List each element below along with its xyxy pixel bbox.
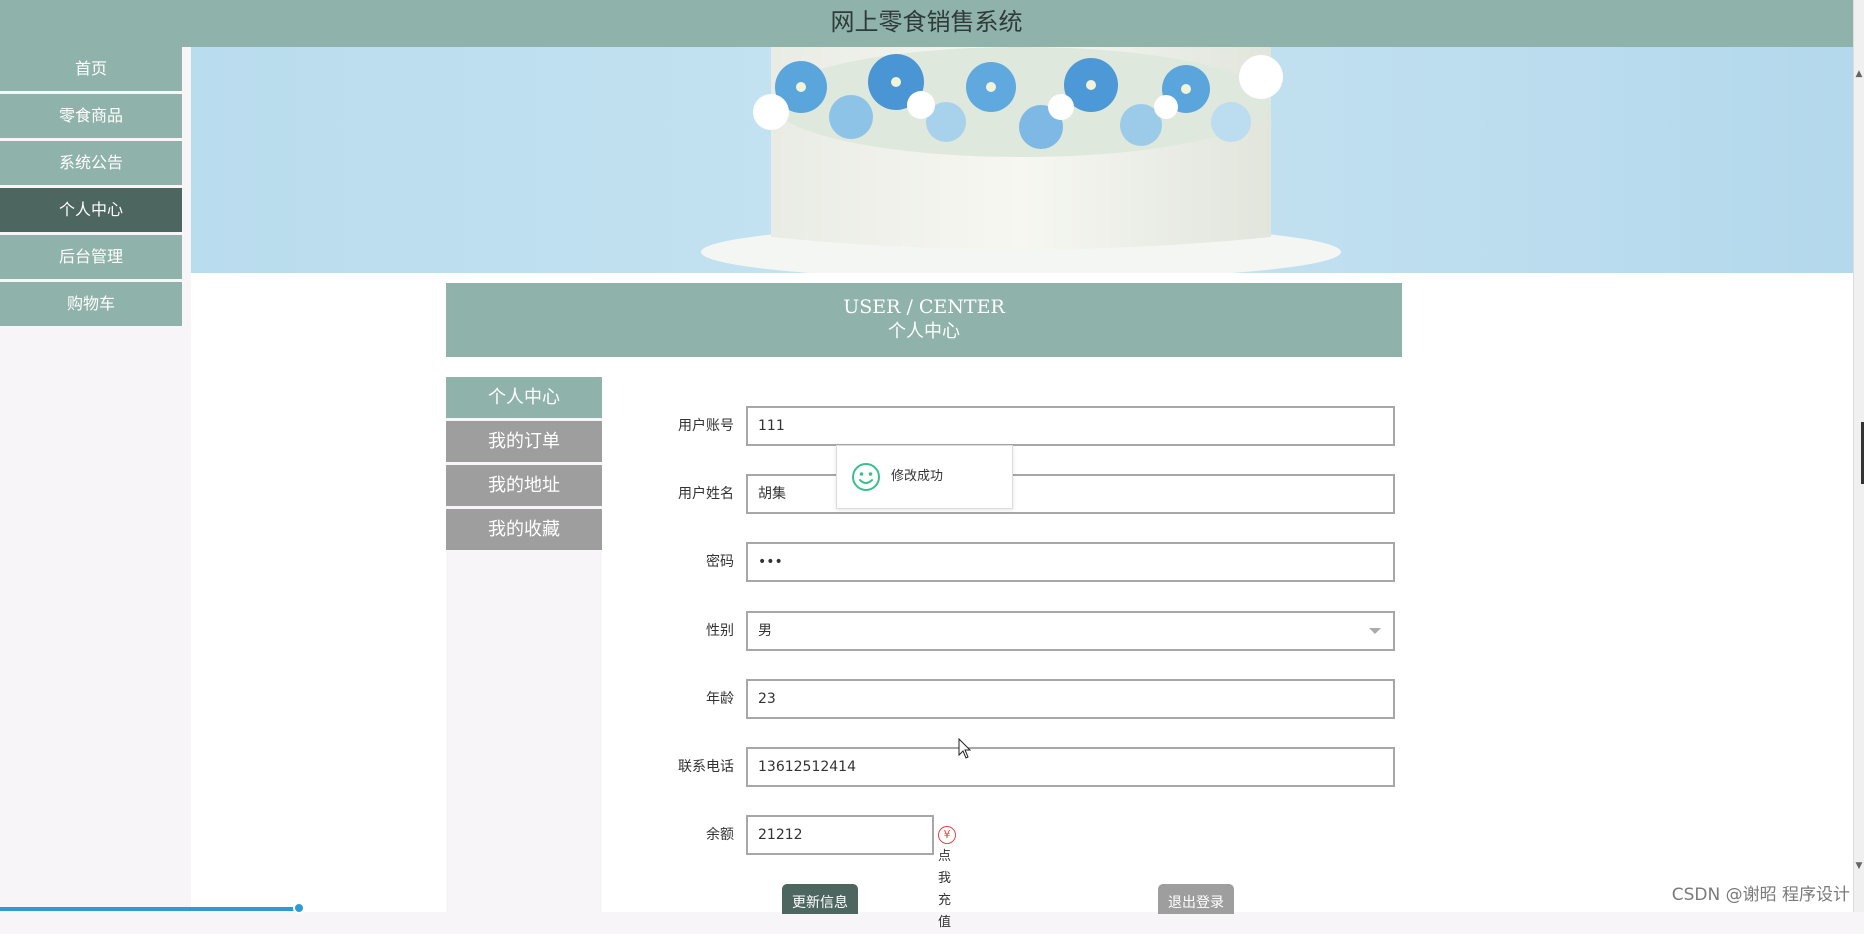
name-label: 用户姓名 <box>678 486 734 502</box>
username-label: 用户账号 <box>678 418 734 434</box>
section-header: USER / CENTER 个人中心 <box>446 283 1402 357</box>
section-title-cn: 个人中心 <box>888 321 960 342</box>
nav-item-home[interactable]: 首页 <box>0 47 182 91</box>
app-title: 网上零食销售系统 <box>830 8 1023 36</box>
balance-input[interactable]: 21212 <box>746 815 934 855</box>
scroll-down-icon[interactable]: ▼ <box>1855 862 1863 871</box>
gender-label: 性别 <box>706 623 734 639</box>
password-input[interactable]: ••• <box>746 542 1395 582</box>
yen-icon: ¥ <box>938 825 956 844</box>
nav-item-user-center[interactable]: 个人中心 <box>0 188 182 232</box>
recharge-label: 点我充值 <box>938 849 952 930</box>
gender-select[interactable]: 男 <box>746 611 1395 651</box>
success-toast: 修改成功 <box>836 445 1013 509</box>
toast-message: 修改成功 <box>891 469 944 484</box>
recharge-link[interactable]: ¥ 点我充值 <box>938 824 959 930</box>
subnav-item-user-center[interactable]: 个人中心 <box>446 377 602 418</box>
subnav-item-my-orders[interactable]: 我的订单 <box>446 421 602 462</box>
nav-item-snack-products[interactable]: 零食商品 <box>0 94 182 138</box>
update-info-button[interactable]: 更新信息 <box>782 884 858 914</box>
video-progress-handle[interactable] <box>293 902 305 914</box>
phone-label: 联系电话 <box>678 759 734 775</box>
phone-input[interactable]: 13612512414 <box>746 747 1395 787</box>
balance-label: 余额 <box>706 827 734 843</box>
mouse-cursor-icon <box>958 738 972 759</box>
nav-item-announcements[interactable]: 系统公告 <box>0 141 182 185</box>
user-center-subnav: 个人中心 我的订单 我的地址 我的收藏 <box>446 377 602 912</box>
age-label: 年龄 <box>706 691 734 707</box>
nav-item-cart[interactable]: 购物车 <box>0 282 182 326</box>
gender-selected-value: 男 <box>758 623 772 639</box>
subnav-item-my-addresses[interactable]: 我的地址 <box>446 465 602 506</box>
main-nav: 首页 零食商品 系统公告 个人中心 后台管理 购物车 <box>0 47 182 329</box>
banner-image <box>191 47 1853 273</box>
nav-item-admin[interactable]: 后台管理 <box>0 235 182 279</box>
smile-icon <box>852 463 880 491</box>
username-input[interactable]: 111 <box>746 406 1395 446</box>
watermark: CSDN @谢昭 程序设计 <box>1671 885 1850 905</box>
section-title-en: USER / CENTER <box>843 296 1005 318</box>
chevron-down-icon <box>1369 628 1381 634</box>
cake-illustration <box>191 47 1853 273</box>
app-title-bar: 网上零食销售系统 <box>0 0 1853 47</box>
video-progress-bar[interactable] <box>0 907 300 911</box>
content-area <box>191 273 1853 912</box>
age-input[interactable]: 23 <box>746 679 1395 719</box>
scroll-up-icon[interactable]: ▲ <box>1855 70 1863 79</box>
password-label: 密码 <box>706 554 734 570</box>
logout-button[interactable]: 退出登录 <box>1158 884 1234 914</box>
subnav-item-my-favorites[interactable]: 我的收藏 <box>446 509 602 550</box>
